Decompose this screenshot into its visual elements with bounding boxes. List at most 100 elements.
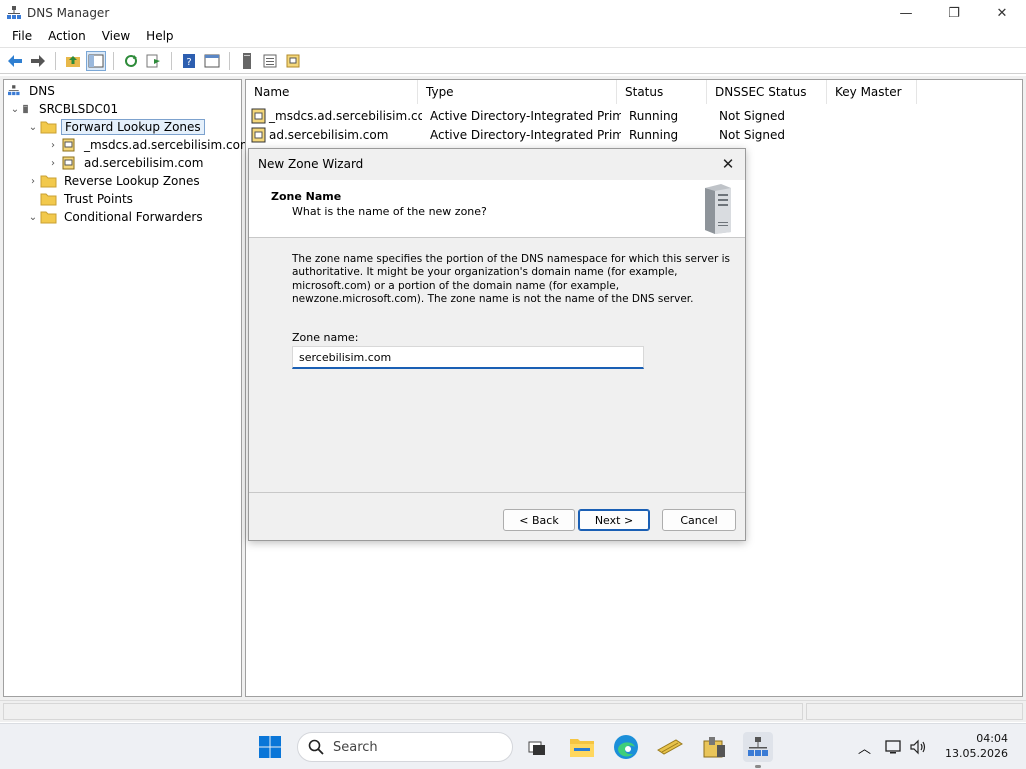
cell-dnssec: Not Signed: [719, 127, 786, 142]
dialog-close-button[interactable]: ✕: [719, 155, 737, 173]
restore-icon: ❐: [948, 5, 960, 21]
tree-label-conditional-forwarders: Conditional Forwarders: [64, 210, 203, 224]
column-header-status[interactable]: Status: [617, 80, 707, 104]
server-icon: [243, 52, 251, 69]
toolbar: ?: [0, 47, 1026, 74]
show-hide-console-tree-button[interactable]: [86, 50, 106, 71]
taskbar-edge[interactable]: [611, 732, 641, 762]
dns-icon: [8, 85, 20, 96]
maximize-button[interactable]: ❐: [930, 0, 978, 26]
records-button[interactable]: [260, 51, 280, 71]
column-header-key-master[interactable]: Key Master: [827, 80, 917, 104]
server-button[interactable]: [237, 51, 257, 71]
list-header: Name Type Status DNSSEC Status Key Maste…: [246, 80, 1022, 104]
server-icon: [23, 104, 28, 114]
task-view-button[interactable]: [522, 732, 552, 762]
console-tree[interactable]: DNS ⌄ SRCBLSDC01 ⌄ Forward Lookup Zones …: [3, 79, 252, 697]
dialog-title: New Zone Wizard: [258, 157, 364, 171]
toolbar-separator: [229, 51, 230, 70]
cell-type: Active Directory-Integrated Primary: [430, 127, 621, 142]
taskbar-clock[interactable]: 04:04 13.05.2026: [945, 731, 1008, 761]
export-list-icon: [146, 54, 160, 67]
table-row[interactable]: ad.sercebilisim.com Active Directory-Int…: [246, 125, 831, 144]
chevron-down-icon[interactable]: ⌄: [26, 212, 40, 223]
zone-name-input[interactable]: [292, 346, 644, 369]
up-one-level-button[interactable]: [63, 51, 83, 71]
chevron-right-icon[interactable]: ›: [46, 140, 60, 151]
column-header-dnssec-status[interactable]: DNSSEC Status: [707, 80, 827, 104]
tree-item-zone-ad[interactable]: › ad.sercebilisim.com: [46, 154, 206, 172]
chevron-down-icon[interactable]: ⌄: [8, 104, 22, 115]
chevron-right-icon[interactable]: ›: [26, 176, 40, 187]
volume-icon[interactable]: [909, 739, 927, 755]
wizard-step-title: Zone Name: [271, 190, 342, 203]
folder-icon: [40, 175, 57, 188]
wizard-step-subtitle: What is the name of the new zone?: [292, 205, 487, 218]
console-tree-icon: [88, 54, 104, 67]
close-icon: ✕: [996, 5, 1008, 21]
taskbar-search[interactable]: Search: [297, 732, 513, 762]
menu-view[interactable]: View: [94, 29, 138, 43]
cancel-button[interactable]: Cancel: [662, 509, 736, 531]
cell-status: Running: [629, 108, 679, 123]
minimize-button[interactable]: —: [882, 0, 930, 26]
menu-bar: File Action View Help: [0, 26, 1026, 46]
tree-item-conditional-forwarders[interactable]: ⌄ Conditional Forwarders: [26, 208, 206, 226]
cell-status: Running: [629, 127, 679, 142]
export-list-button[interactable]: [144, 51, 164, 71]
status-bar: [0, 700, 1026, 722]
taskbar-server-manager[interactable]: [699, 732, 729, 762]
zone-name-label: Zone name:: [292, 331, 359, 344]
wizard-header: Zone Name What is the name of the new zo…: [249, 180, 745, 238]
taskbar-dns-manager[interactable]: [743, 732, 773, 762]
new-zone-wizard-dialog: New Zone Wizard ✕ Zone Name What is the …: [248, 148, 746, 541]
taskbar-file-explorer[interactable]: [567, 732, 597, 762]
tree-item-reverse-lookup-zones[interactable]: › Reverse Lookup Zones: [26, 172, 203, 190]
clock-time: 04:04: [976, 732, 1008, 745]
folder-icon: [40, 121, 57, 134]
tree-item-forward-lookup-zones[interactable]: ⌄ Forward Lookup Zones: [26, 118, 205, 136]
chevron-up-icon[interactable]: ︿: [858, 738, 871, 757]
zone-icon: [62, 156, 75, 170]
back-button[interactable]: < Back: [503, 509, 575, 531]
taskbar-app-tools[interactable]: [655, 732, 685, 762]
menu-action[interactable]: Action: [40, 29, 94, 43]
tree-item-zone-msdcs[interactable]: › _msdcs.ad.sercebilisim.com: [46, 136, 255, 154]
zone-button[interactable]: [283, 51, 303, 71]
tree-item-server[interactable]: ⌄ SRCBLSDC01: [8, 100, 121, 118]
menu-help[interactable]: Help: [138, 29, 181, 43]
properties-button[interactable]: [202, 51, 222, 71]
close-button[interactable]: ✕: [978, 0, 1026, 26]
help-icon: ?: [183, 53, 195, 68]
back-button[interactable]: [5, 51, 25, 71]
menu-file[interactable]: File: [4, 29, 40, 43]
table-row[interactable]: _msdcs.ad.sercebilisim.com Active Direct…: [246, 106, 831, 125]
next-button[interactable]: Next >: [578, 509, 650, 531]
column-header-name[interactable]: Name: [246, 80, 418, 104]
svg-text:?: ?: [186, 57, 191, 68]
folder-icon: [40, 211, 57, 224]
chevron-right-icon[interactable]: ›: [46, 158, 60, 169]
folder-icon: [40, 193, 57, 206]
toolbar-separator: [171, 51, 172, 70]
network-icon[interactable]: [885, 739, 903, 755]
forward-button[interactable]: [28, 51, 48, 71]
column-header-type[interactable]: Type: [418, 80, 617, 104]
system-tray: ︿: [858, 724, 927, 769]
refresh-icon: [125, 54, 137, 67]
clock-date: 13.05.2026: [945, 747, 1008, 760]
tree-item-dns[interactable]: DNS: [8, 82, 58, 100]
folder-up-icon: [66, 55, 80, 67]
tree-label-zone-ad: ad.sercebilisim.com: [84, 156, 204, 170]
tree-label-reverse-lookup-zones: Reverse Lookup Zones: [64, 174, 200, 188]
help-button[interactable]: ?: [179, 51, 199, 71]
refresh-button[interactable]: [121, 51, 141, 71]
windows-logo-icon: [259, 736, 281, 758]
tree-label-server: SRCBLSDC01: [39, 102, 119, 116]
tree-item-trust-points[interactable]: Trust Points: [26, 190, 136, 208]
close-icon: ✕: [721, 155, 735, 173]
dns-app-icon: [748, 737, 768, 756]
cell-dnssec: Not Signed: [719, 108, 786, 123]
start-button[interactable]: [255, 732, 285, 762]
chevron-down-icon[interactable]: ⌄: [26, 122, 40, 133]
